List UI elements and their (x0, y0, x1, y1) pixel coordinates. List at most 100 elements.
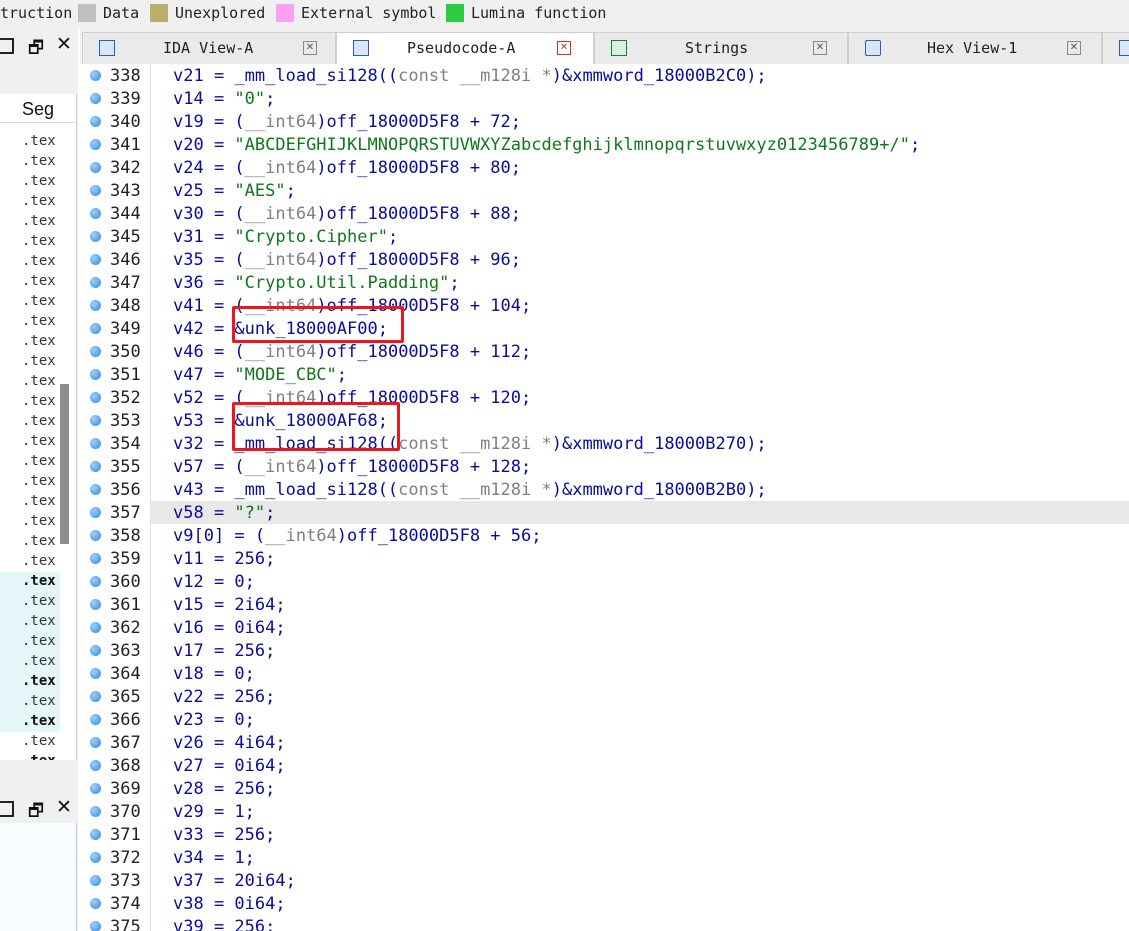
breakpoint-dot-icon[interactable] (90, 691, 101, 702)
breakpoint-dot-icon[interactable] (90, 507, 101, 518)
breakpoint-dot-icon[interactable] (90, 553, 101, 564)
breakpoint-dot-icon[interactable] (90, 760, 101, 771)
segment-row[interactable]: .tex (0, 732, 60, 752)
code-line[interactable]: 369 v28 = 256; (80, 777, 1129, 800)
code-line[interactable]: 346 v35 = (__int64)off_18000D5F8 + 96; (80, 248, 1129, 271)
code-line[interactable]: 363 v17 = 256; (80, 639, 1129, 662)
breakpoint-dot-icon[interactable] (90, 737, 101, 748)
breakpoint-dot-icon[interactable] (90, 852, 101, 863)
code-line[interactable]: 358 v9[0] = (__int64)off_18000D5F8 + 56; (80, 524, 1129, 547)
code-text[interactable]: v37 = 20i64; (173, 871, 296, 891)
breakpoint-dot-icon[interactable] (90, 346, 101, 357)
segment-row[interactable]: .tex (0, 312, 60, 332)
close-tab-icon[interactable]: ✕ (303, 41, 317, 55)
breakpoint-dot-icon[interactable] (90, 392, 101, 403)
segment-row[interactable]: .tex (0, 632, 60, 652)
segment-row[interactable]: .tex (0, 192, 60, 212)
segment-row[interactable]: .tex (0, 532, 60, 552)
code-text[interactable]: v46 = (__int64)off_18000D5F8 + 112; (173, 342, 531, 362)
segment-row[interactable]: .tex (0, 372, 60, 392)
breakpoint-dot-icon[interactable] (90, 438, 101, 449)
code-text[interactable]: v38 = 0i64; (173, 894, 286, 914)
code-text[interactable]: v12 = 0; (173, 572, 255, 592)
breakpoint-dot-icon[interactable] (90, 116, 101, 127)
code-text[interactable]: v26 = 4i64; (173, 733, 286, 753)
breakpoint-dot-icon[interactable] (90, 668, 101, 679)
code-line[interactable]: 357 v58 = "?"; (80, 501, 1129, 524)
code-text[interactable]: v36 = "Crypto.Util.Padding"; (173, 273, 460, 293)
code-line[interactable]: 361 v15 = 2i64; (80, 593, 1129, 616)
code-line[interactable]: 368 v27 = 0i64; (80, 754, 1129, 777)
breakpoint-dot-icon[interactable] (90, 484, 101, 495)
breakpoint-dot-icon[interactable] (90, 714, 101, 725)
breakpoint-dot-icon[interactable] (90, 645, 101, 656)
scrollbar-thumb[interactable] (60, 384, 69, 544)
breakpoint-dot-icon[interactable] (90, 208, 101, 219)
breakpoint-dot-icon[interactable] (90, 70, 101, 81)
close-tab-icon[interactable]: ✕ (557, 41, 571, 55)
code-line[interactable]: 364 v18 = 0; (80, 662, 1129, 685)
code-text[interactable]: v24 = (__int64)off_18000D5F8 + 80; (173, 158, 521, 178)
code-line[interactable]: 371 v33 = 256; (80, 823, 1129, 846)
segment-row[interactable]: .tex (0, 612, 60, 632)
breakpoint-dot-icon[interactable] (90, 829, 101, 840)
segment-row[interactable]: .tex (0, 552, 60, 572)
segment-row[interactable]: .tex (0, 672, 60, 692)
code-line[interactable]: 355 v57 = (__int64)off_18000D5F8 + 128; (80, 455, 1129, 478)
segment-row[interactable]: .tex (0, 132, 60, 152)
segment-row[interactable]: .tex (0, 572, 60, 592)
code-line[interactable]: 366 v23 = 0; (80, 708, 1129, 731)
breakpoint-dot-icon[interactable] (90, 300, 101, 311)
segment-row[interactable]: .tex (0, 512, 60, 532)
code-text[interactable]: v33 = 256; (173, 825, 275, 845)
code-text[interactable]: v25 = "AES"; (173, 181, 296, 201)
pseudocode-view[interactable]: 338 v21 = _mm_load_si128((const __m128i *… (80, 64, 1129, 931)
code-line[interactable]: 372 v34 = 1; (80, 846, 1129, 869)
breakpoint-dot-icon[interactable] (90, 530, 101, 541)
breakpoint-dot-icon[interactable] (90, 921, 101, 931)
breakpoint-dot-icon[interactable] (90, 369, 101, 380)
code-line[interactable]: 367 v26 = 4i64; (80, 731, 1129, 754)
breakpoint-dot-icon[interactable] (90, 277, 101, 288)
code-line[interactable]: 365 v22 = 256; (80, 685, 1129, 708)
code-line[interactable]: 360 v12 = 0; (80, 570, 1129, 593)
breakpoint-dot-icon[interactable] (90, 622, 101, 633)
breakpoint-dot-icon[interactable] (90, 254, 101, 265)
code-line[interactable]: 362 v16 = 0i64; (80, 616, 1129, 639)
breakpoint-dot-icon[interactable] (90, 461, 101, 472)
segment-row[interactable]: .tex (0, 352, 60, 372)
segments-list[interactable]: Seg .tex .tex .tex .tex .tex .tex .tex .tex .tex… (0, 94, 77, 760)
code-text[interactable]: v35 = (__int64)off_18000D5F8 + 96; (173, 250, 521, 270)
tab-more[interactable] (1102, 32, 1129, 65)
tab-ida-view-a[interactable]: IDA View-A ✕ (82, 32, 336, 65)
segment-row[interactable]: .tex (0, 172, 60, 192)
code-line[interactable]: 359 v11 = 256; (80, 547, 1129, 570)
code-line[interactable]: 344 v30 = (__int64)off_18000D5F8 + 88; (80, 202, 1129, 225)
breakpoint-dot-icon[interactable] (90, 415, 101, 426)
code-text[interactable]: v14 = "0"; (173, 89, 275, 109)
code-text[interactable]: v27 = 0i64; (173, 756, 286, 776)
code-line[interactable]: 343 v25 = "AES"; (80, 179, 1129, 202)
code-text[interactable]: v15 = 2i64; (173, 595, 286, 615)
code-text[interactable]: v39 = 256; (173, 917, 275, 931)
code-line[interactable]: 350 v46 = (__int64)off_18000D5F8 + 112; (80, 340, 1129, 363)
segment-row[interactable]: .tex (0, 332, 60, 352)
breakpoint-dot-icon[interactable] (90, 162, 101, 173)
code-text[interactable]: v18 = 0; (173, 664, 255, 684)
code-text[interactable]: v20 = "ABCDEFGHIJKLMNOPQRSTUVWXYZabcdefg… (173, 135, 920, 155)
breakpoint-dot-icon[interactable] (90, 875, 101, 886)
segment-row[interactable]: .tex (0, 712, 60, 732)
code-text[interactable]: v21 = _mm_load_si128((const __m128i *)&x… (173, 66, 767, 86)
code-text[interactable]: v22 = 256; (173, 687, 275, 707)
breakpoint-dot-icon[interactable] (90, 93, 101, 104)
segment-row[interactable]: .tex (0, 432, 60, 452)
tab-hex-view-1[interactable]: Hex View-1 ✕ (848, 32, 1102, 65)
float-window-icon[interactable]: 🗗 (28, 35, 44, 64)
breakpoint-dot-icon[interactable] (90, 576, 101, 587)
breakpoint-dot-icon[interactable] (90, 323, 101, 334)
segment-row[interactable]: .tex (0, 212, 60, 232)
code-line[interactable]: 341 v20 = "ABCDEFGHIJKLMNOPQRSTUVWXYZabcd… (80, 133, 1129, 156)
tab-strings[interactable]: Strings ✕ (594, 32, 848, 65)
code-line[interactable]: 339 v14 = "0"; (80, 87, 1129, 110)
code-text[interactable]: v30 = (__int64)off_18000D5F8 + 88; (173, 204, 521, 224)
